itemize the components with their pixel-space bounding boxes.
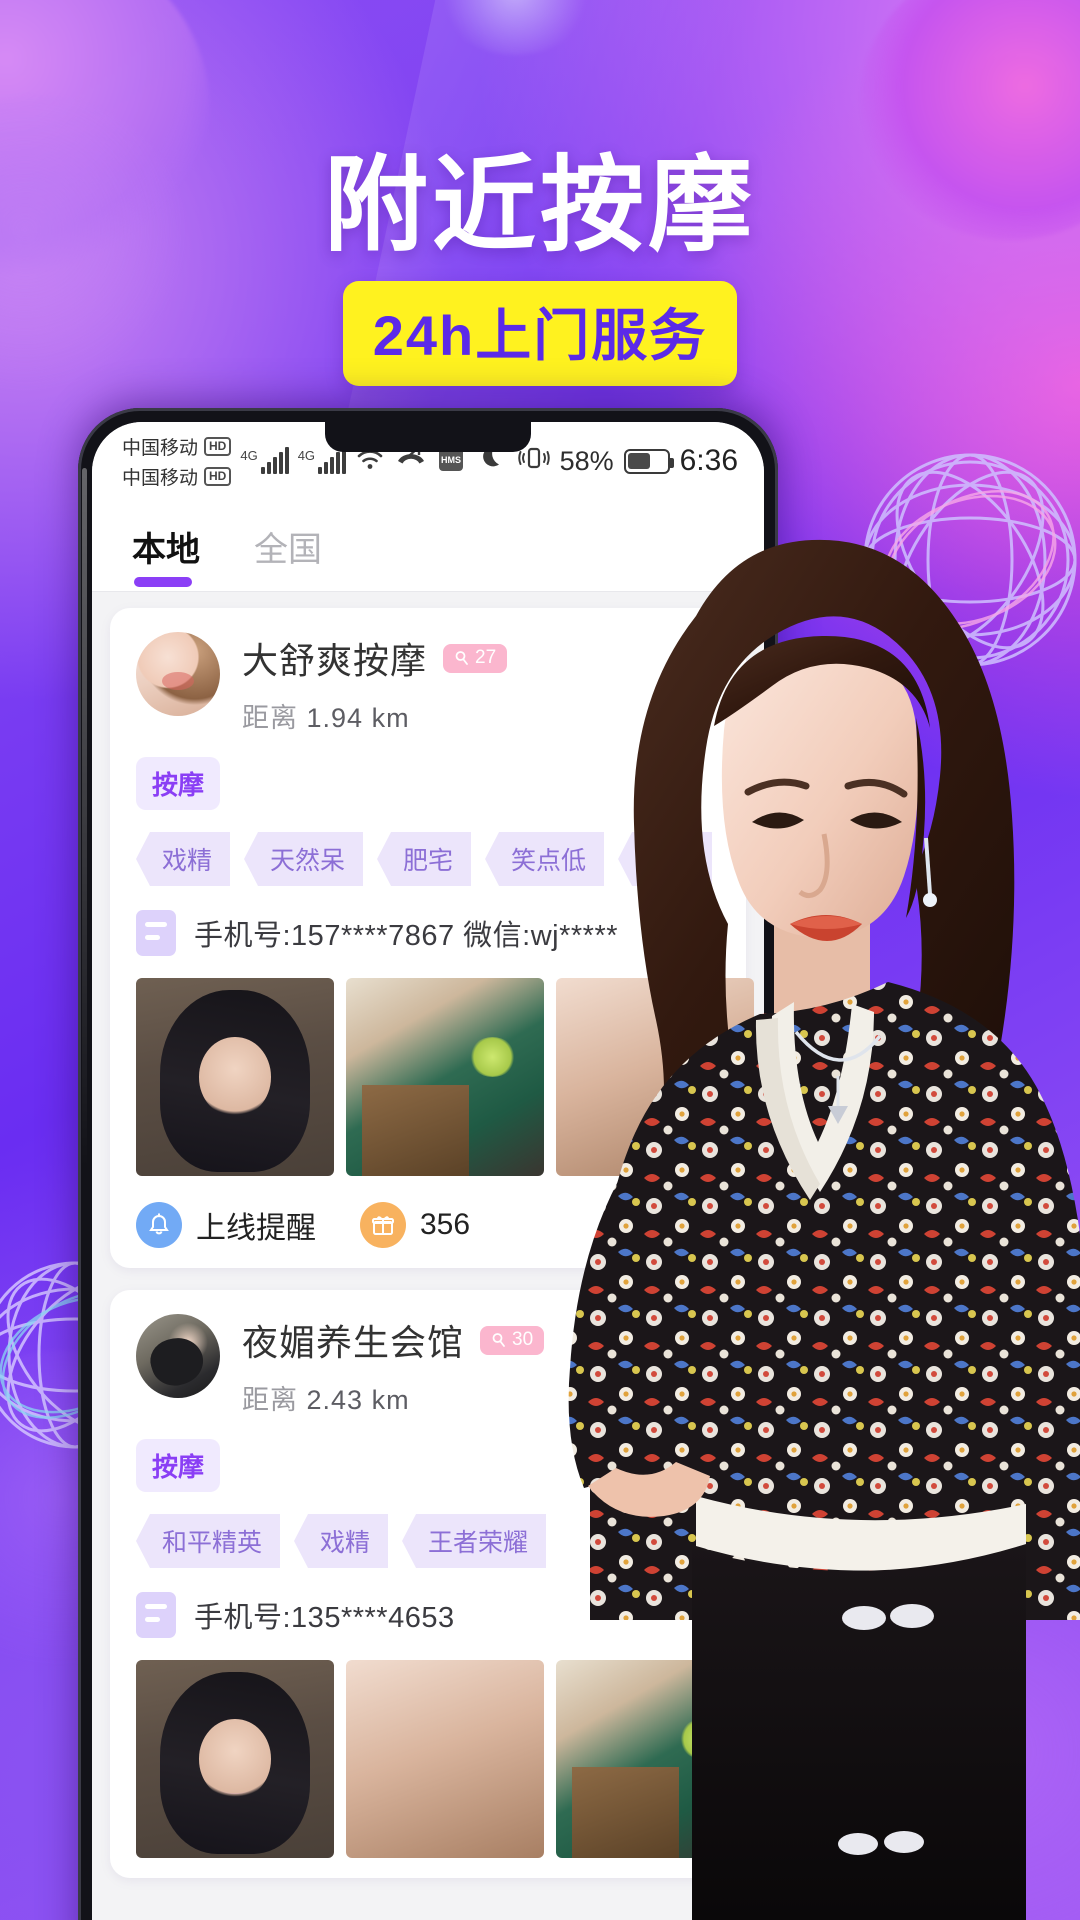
tag-chip[interactable]: 天然呆 xyxy=(244,832,364,886)
views-icon xyxy=(455,650,468,665)
tag-chip[interactable]: 戏精 xyxy=(136,832,231,886)
tag-chip[interactable]: 肥宅 xyxy=(377,832,472,886)
signal-group-2: 4G xyxy=(297,447,347,474)
document-icon xyxy=(136,910,176,956)
subtitle-badge: 24h上门服务 xyxy=(342,281,738,387)
avatar[interactable] xyxy=(136,1314,220,1398)
model-photo xyxy=(568,539,1080,1920)
tab-local[interactable]: 本地 xyxy=(132,522,200,591)
carrier-name-2: 中国移动 xyxy=(122,467,199,489)
listing-photo[interactable] xyxy=(346,1660,544,1858)
status-badge: 27 xyxy=(443,643,508,673)
phone-notch xyxy=(325,422,531,452)
gift-icon xyxy=(360,1202,406,1248)
listing-photo[interactable] xyxy=(346,978,544,1176)
play-icon[interactable] xyxy=(200,1724,270,1794)
avatar[interactable] xyxy=(136,632,220,716)
document-icon xyxy=(136,1592,176,1638)
distance-label: 距离 xyxy=(242,703,298,733)
carrier-name-1: 中国移动 xyxy=(122,437,199,459)
battery-icon xyxy=(623,448,674,474)
listing-photo[interactable] xyxy=(136,1660,334,1858)
hd-icon-1: HD xyxy=(204,436,232,456)
contact-text: 手机号:135****4653 xyxy=(194,1602,455,1634)
signal-bars-icon xyxy=(260,447,289,474)
tag-chip[interactable]: 戏精 xyxy=(294,1514,389,1568)
page-title: 附近按摩 xyxy=(323,148,756,264)
category-chip[interactable]: 按摩 xyxy=(136,757,221,810)
hd-icon-2: HD xyxy=(204,466,232,486)
tag-chip[interactable]: 王者荣耀 xyxy=(402,1514,547,1568)
gift-count: 356 xyxy=(420,1208,471,1241)
online-remind-button[interactable]: 上线提醒 xyxy=(136,1202,316,1248)
network-type-label-1: 4G xyxy=(240,448,258,463)
status-bar-clock: 6:36 xyxy=(679,444,738,477)
carrier-row-2: 中国移动 HD xyxy=(122,463,232,490)
shop-name: 大舒爽按摩 xyxy=(242,640,428,681)
gift-button[interactable]: 356 xyxy=(360,1202,470,1248)
category-chip[interactable]: 按摩 xyxy=(136,1439,221,1492)
shop-name: 夜媚养生会馆 xyxy=(242,1322,465,1363)
online-remind-label: 上线提醒 xyxy=(196,1212,316,1245)
carrier-row-1: 中国移动 HD xyxy=(122,433,232,460)
poster-headline-block: 附近按摩 24h上门服务 xyxy=(0,148,1080,387)
svg-text:HMS: HMS xyxy=(441,455,461,465)
tab-local-label: 本地 xyxy=(132,531,200,569)
tab-national[interactable]: 全国 xyxy=(254,522,322,591)
tab-national-label: 全国 xyxy=(254,531,322,569)
view-count: 27 xyxy=(475,646,497,668)
distance-label: 距离 xyxy=(242,1385,298,1415)
bell-icon xyxy=(136,1202,182,1248)
tag-chip[interactable]: 和平精英 xyxy=(136,1514,281,1568)
network-type-label-2: 4G xyxy=(297,448,316,463)
listing-photo[interactable] xyxy=(136,978,334,1176)
signal-group-1: 4G xyxy=(240,447,289,474)
battery-percent-label: 58% xyxy=(559,445,614,476)
views-icon xyxy=(492,1332,505,1347)
carrier-stack: 中国移动 HD 中国移动 HD xyxy=(122,433,232,490)
distance-value: 2.43 km xyxy=(306,1385,410,1415)
distance-value: 1.94 km xyxy=(306,703,410,733)
